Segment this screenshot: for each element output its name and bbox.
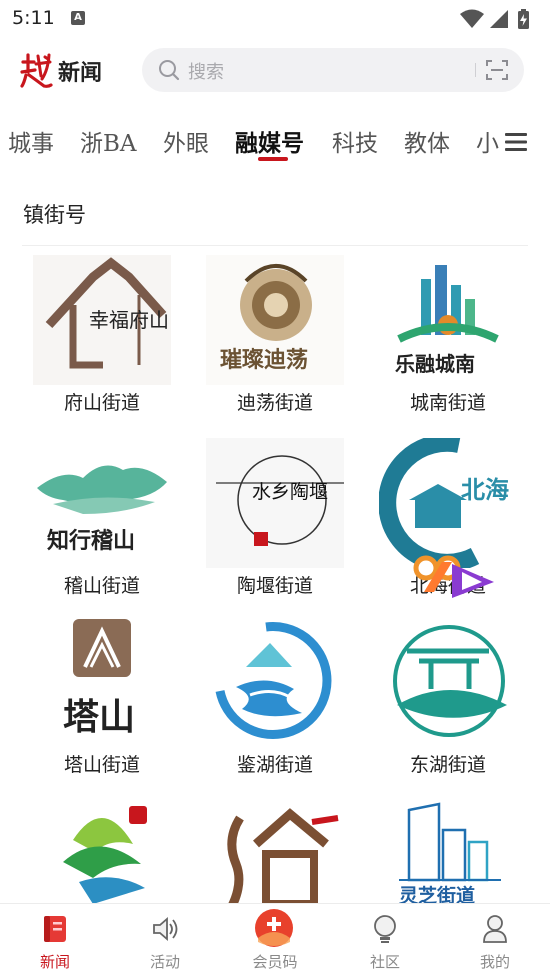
grid-item-label: 陶堰街道 (236, 575, 313, 597)
beihai-logo: 北海 (379, 438, 517, 568)
section-title: 镇街号 (23, 203, 86, 227)
menu-icon[interactable] (504, 131, 528, 153)
brand-title: 新闻 (58, 60, 103, 86)
grid-item-label: 府山街道 (63, 392, 140, 414)
signal-icon (490, 10, 508, 28)
nav-label: 我的 (479, 953, 510, 971)
search-divider (475, 63, 476, 77)
didang-logo: 璀璨迪荡 (206, 255, 344, 385)
svg-text:塔山: 塔山 (63, 696, 135, 738)
wifi-icon (460, 9, 484, 28)
tab-rongmeihao[interactable]: 融媒号 (235, 124, 304, 158)
bulb-icon (374, 915, 396, 943)
grid-item-label: 东湖街道 (409, 754, 486, 776)
section-divider (22, 245, 528, 246)
grid-item-label: 鉴湖街道 (236, 754, 313, 776)
svg-text:幸福府山: 幸福府山 (89, 308, 169, 332)
donghu-logo (379, 617, 517, 747)
status-icons (460, 9, 529, 29)
jishan-logo: 知行稽山 (33, 438, 171, 568)
nav-profile[interactable]: 我的 (440, 904, 550, 980)
floating-video-badge-icon[interactable] (412, 552, 498, 602)
chengnan-logo: 乐融城南 (379, 255, 517, 385)
tab-more-partial[interactable]: 小 (476, 124, 499, 158)
lingzhi-logo: 灵芝街道 (379, 800, 517, 905)
tashan-logo: 塔山 (33, 617, 171, 747)
green-mountain-logo (33, 800, 171, 905)
app-header: 新闻 搜索 (0, 40, 550, 100)
grid-item-label: 迪荡街道 (236, 392, 313, 414)
nav-community[interactable]: 社区 (330, 904, 440, 980)
grid-item-row4-2[interactable] (188, 800, 362, 905)
yue-logo-icon[interactable] (20, 52, 54, 88)
tab-keji[interactable]: 科技 (332, 124, 378, 158)
nav-label: 活动 (149, 953, 180, 971)
grid-item-fushan[interactable]: 幸福府山 府山街道 (15, 255, 189, 425)
svg-text:北海: 北海 (461, 475, 509, 504)
grid-item-jianhu[interactable]: 鉴湖街道 (188, 617, 362, 787)
search-icon (159, 60, 180, 81)
svg-text:知行稽山: 知行稽山 (47, 528, 135, 554)
nav-label: 新闻 (39, 953, 70, 971)
brown-character-logo (206, 800, 344, 905)
profile-icon (483, 915, 507, 943)
grid-item-lingzhi[interactable]: 灵芝街道 (361, 800, 535, 905)
nav-activity[interactable]: 活动 (110, 904, 220, 980)
grid-item-didang[interactable]: 璀璨迪荡 迪荡街道 (188, 255, 362, 425)
grid-item-label: 城南街道 (409, 392, 486, 414)
nav-news[interactable]: 新闻 (0, 904, 110, 980)
news-icon (44, 916, 66, 942)
grid-item-donghu[interactable]: 东湖街道 (361, 617, 535, 787)
taoyan-logo: 水乡陶堰 (206, 438, 344, 568)
grid-item-row4-1[interactable] (15, 800, 189, 905)
nav-label: 社区 (369, 953, 400, 971)
fushan-logo: 幸福府山 (33, 255, 171, 385)
grid-item-label: 稽山街道 (63, 575, 140, 597)
svg-text:灵芝街道: 灵芝街道 (399, 884, 475, 905)
status-bar: 5:11 A (0, 0, 550, 38)
tab-zheba[interactable]: 浙BA (80, 124, 137, 158)
status-time: 5:11 (12, 7, 55, 29)
svg-text:璀璨迪荡: 璀璨迪荡 (220, 347, 308, 373)
tab-chengshi[interactable]: 城事 (8, 124, 54, 158)
bottom-nav: 新闻 活动 会员码 社区 我的 (0, 903, 550, 980)
nav-member-code[interactable]: 会员码 (220, 904, 330, 980)
grid-item-chengnan[interactable]: 乐融城南 城南街道 (361, 255, 535, 425)
active-tab-indicator (258, 157, 288, 161)
grid-item-taoyan[interactable]: 水乡陶堰 陶堰街道 (188, 438, 362, 608)
member-plus-icon (255, 909, 293, 947)
scan-icon[interactable] (485, 58, 509, 82)
grid-item-tashan[interactable]: 塔山 塔山街道 (15, 617, 189, 787)
svg-text:水乡陶堰: 水乡陶堰 (252, 481, 328, 503)
speaker-icon (153, 917, 178, 941)
search-bar[interactable]: 搜索 (142, 48, 524, 92)
svg-text:乐融城南: 乐融城南 (395, 352, 475, 376)
tab-waiyan[interactable]: 外眼 (163, 124, 209, 158)
search-input[interactable]: 搜索 (188, 58, 224, 84)
notification-icon: A (71, 11, 85, 25)
nav-label: 会员码 (252, 953, 298, 971)
tab-jiaoti[interactable]: 教体 (404, 124, 450, 158)
jianhu-logo (206, 617, 344, 747)
grid-item-label: 塔山街道 (63, 754, 140, 776)
grid-item-jishan[interactable]: 知行稽山 稽山街道 (15, 438, 189, 608)
channel-tabs: 城事 浙BA 外眼 融媒号 科技 教体 小 (0, 118, 550, 166)
